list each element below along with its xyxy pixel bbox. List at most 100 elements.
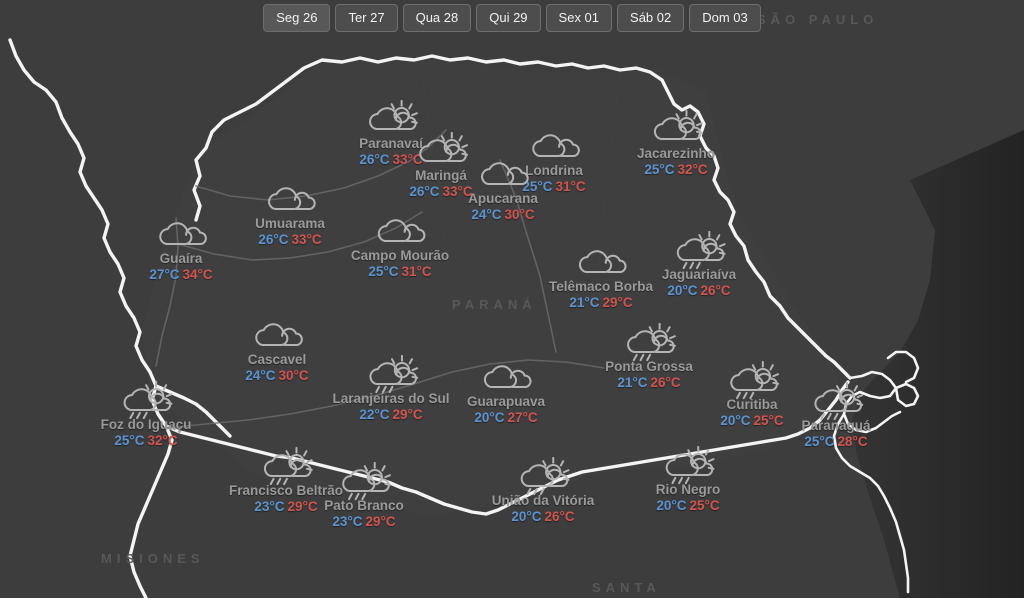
city-marker-uniao-da-vitoria[interactable]: União da Vitória 20°C 26°C (491, 454, 595, 524)
partly-cloudy-icon (647, 107, 705, 149)
city-name: Cascavel (247, 352, 307, 367)
temp-min: 20°C (720, 413, 751, 428)
city-temperatures: 22°C 29°C (359, 407, 422, 422)
temp-max: 34°C (182, 267, 213, 282)
temp-max: 31°C (401, 264, 432, 279)
temp-min: 21°C (569, 295, 600, 310)
temp-max: 29°C (602, 295, 633, 310)
rain-sun-icon (670, 228, 728, 270)
temp-min: 20°C (474, 410, 505, 425)
city-marker-guaira[interactable]: Guaíra 27°C 34°C (149, 212, 213, 282)
temp-max: 32°C (147, 433, 178, 448)
city-marker-guarapuava[interactable]: Guarapuava 20°C 27°C (467, 355, 545, 425)
city-name: Curitiba (726, 397, 778, 412)
city-temperatures: 26°C 33°C (409, 184, 472, 199)
city-temperatures: 23°C 29°C (254, 499, 317, 514)
cloudy-icon (261, 177, 319, 219)
city-name: Maringá (415, 168, 467, 183)
city-temperatures: 20°C 26°C (511, 509, 574, 524)
rain-sun-icon (257, 444, 315, 486)
temp-min: 25°C (114, 433, 145, 448)
rain-sun-icon (514, 454, 572, 496)
partly-cloudy-icon (412, 129, 470, 171)
temp-max: 31°C (555, 179, 586, 194)
temp-min: 24°C (245, 368, 276, 383)
temp-min: 26°C (409, 184, 440, 199)
city-marker-maringa[interactable]: Maringá 26°C 33°C (409, 129, 473, 199)
cloudy-icon (152, 212, 210, 254)
day-tab-sex-01[interactable]: Sex 01 (545, 4, 613, 32)
day-tab-qua-28[interactable]: Qua 28 (402, 4, 472, 32)
city-temperatures: 24°C 30°C (471, 207, 534, 222)
rain-sun-icon (659, 443, 717, 485)
city-name: Pato Branco (324, 498, 404, 513)
cloudy-icon (248, 313, 306, 355)
city-temperatures: 20°C 25°C (656, 498, 719, 513)
city-name: Campo Mourão (350, 248, 450, 263)
temp-max: 26°C (700, 283, 731, 298)
temp-min: 26°C (359, 152, 390, 167)
city-marker-curitiba[interactable]: Curitiba 20°C 25°C (720, 358, 784, 428)
city-temperatures: 20°C 25°C (720, 413, 783, 428)
city-marker-rio-negro[interactable]: Rio Negro 20°C 25°C (656, 443, 720, 513)
day-tab-seg-26[interactable]: Seg 26 (263, 4, 331, 32)
temp-min: 25°C (804, 434, 835, 449)
city-marker-telemaco-borba[interactable]: Telêmaco Borba 21°C 29°C (549, 240, 653, 310)
city-name: Apucarana (468, 191, 538, 206)
cloudy-icon (371, 209, 429, 251)
temp-min: 20°C (667, 283, 698, 298)
day-tab-sab-02[interactable]: Sáb 02 (617, 4, 685, 32)
city-temperatures: 21°C 29°C (569, 295, 632, 310)
temp-min: 24°C (471, 207, 502, 222)
city-name: Umuarama (255, 216, 325, 231)
ocean-area (852, 130, 1024, 598)
weather-map-app: SÃO PAULO PARANÁ MISIONES SANTA Seg 26 T… (0, 0, 1024, 598)
temp-max: 29°C (287, 499, 318, 514)
city-name: União da Vitória (491, 493, 595, 508)
city-temperatures: 27°C 34°C (149, 267, 212, 282)
city-marker-laranjeiras-do-sul[interactable]: Laranjeiras do Sul 22°C 29°C (332, 352, 450, 422)
cloudy-icon (477, 355, 535, 397)
city-name: Telêmaco Borba (548, 279, 654, 294)
city-marker-foz-do-iguacu[interactable]: Foz do Iguaçu 25°C 32°C (100, 378, 192, 448)
region-label-parana: PARANÁ (452, 297, 537, 312)
temp-max: 33°C (291, 232, 322, 247)
day-tab-dom-03[interactable]: Dom 03 (689, 4, 761, 32)
rain-sun-icon (335, 459, 393, 501)
city-name: Guarapuava (466, 394, 546, 409)
temp-max: 30°C (278, 368, 309, 383)
city-name: Guaíra (159, 251, 203, 266)
day-selector-tabs: Seg 26 Ter 27 Qua 28 Qui 29 Sex 01 Sáb 0… (0, 4, 1024, 32)
temp-max: 25°C (753, 413, 784, 428)
temp-max: 29°C (365, 514, 396, 529)
city-temperatures: 25°C 32°C (114, 433, 177, 448)
city-marker-cascavel[interactable]: Cascavel 24°C 30°C (245, 313, 309, 383)
city-marker-pato-branco[interactable]: Pato Branco 23°C 29°C (324, 459, 404, 529)
city-marker-ponta-grossa[interactable]: Ponta Grossa 21°C 26°C (605, 320, 693, 390)
day-tab-qui-29[interactable]: Qui 29 (476, 4, 541, 32)
rain-sun-icon (807, 379, 865, 421)
city-marker-campo-mourao[interactable]: Campo Mourão 25°C 31°C (351, 209, 449, 279)
rain-sun-icon (362, 352, 420, 394)
city-name: Foz do Iguaçu (100, 417, 192, 432)
temp-min: 23°C (254, 499, 285, 514)
city-marker-apucarana[interactable]: Apucarana 24°C 30°C (468, 152, 538, 222)
city-temperatures: 20°C 27°C (474, 410, 537, 425)
temp-min: 20°C (511, 509, 542, 524)
city-marker-jacarezinho[interactable]: Jacarezinho 25°C 32°C (637, 107, 715, 177)
day-tab-ter-27[interactable]: Ter 27 (335, 4, 398, 32)
temp-max: 26°C (544, 509, 575, 524)
temp-max: 29°C (392, 407, 423, 422)
region-label-misiones: MISIONES (101, 551, 205, 566)
city-marker-paranagua[interactable]: Paranaguá 25°C 28°C (801, 379, 871, 449)
temp-max: 25°C (689, 498, 720, 513)
city-temperatures: 25°C 32°C (644, 162, 707, 177)
city-temperatures: 20°C 26°C (667, 283, 730, 298)
temp-min: 21°C (617, 375, 648, 390)
city-marker-umuarama[interactable]: Umuarama 26°C 33°C (255, 177, 325, 247)
temp-max: 32°C (677, 162, 708, 177)
city-marker-jaguariaiva[interactable]: Jaguariaíva 20°C 26°C (662, 228, 736, 298)
city-name: Laranjeiras do Sul (332, 391, 450, 406)
temp-min: 25°C (368, 264, 399, 279)
city-name: Jacarezinho (636, 146, 716, 161)
